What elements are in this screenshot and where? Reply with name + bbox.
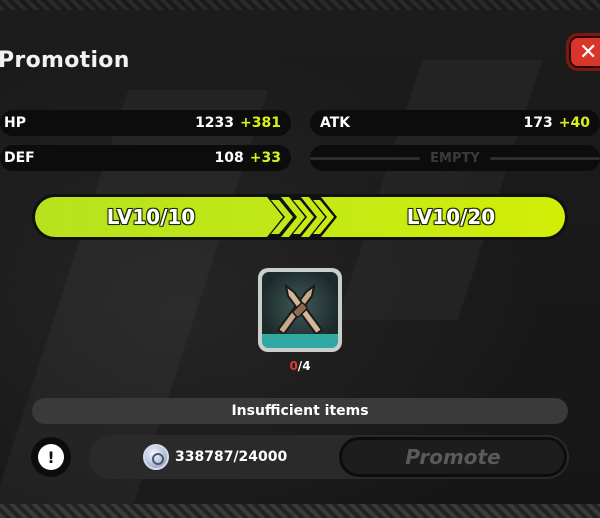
next-level: LV10/20 xyxy=(406,205,496,229)
silver-coin-icon xyxy=(143,444,169,470)
stat-base-value: 173 xyxy=(523,115,553,131)
current-level: LV10/10 xyxy=(106,205,196,229)
stat-label: DEF xyxy=(4,150,35,166)
background-decoration xyxy=(338,60,542,320)
exclamation-icon: ! xyxy=(38,444,64,470)
stat-label: ATK xyxy=(320,115,351,131)
promotion-dialog: Promotion ✕ HP 1233 +381 ATK 173 +40 DEF… xyxy=(0,0,600,518)
empty-label: EMPTY xyxy=(430,150,480,166)
divider xyxy=(310,156,421,160)
top-hazard-stripe xyxy=(0,0,600,10)
stat-def: DEF 108 +33 xyxy=(0,145,291,171)
promotion-cost: 338787/24000 xyxy=(143,435,287,479)
slot-rarity-strip xyxy=(262,334,338,348)
stat-base-value: 1233 xyxy=(195,115,235,131)
material-need: 4 xyxy=(302,359,311,373)
stat-empty-slot: EMPTY xyxy=(310,145,600,171)
chevrons-right-icon xyxy=(267,197,337,237)
level-progress-bar: LV10/10 LV10/20 xyxy=(32,194,568,240)
bottom-hazard-stripe xyxy=(0,504,600,518)
close-button[interactable]: ✕ xyxy=(566,33,600,71)
close-icon: ✕ xyxy=(579,39,598,65)
info-button[interactable]: ! xyxy=(31,437,71,477)
page-title: Promotion xyxy=(0,48,130,73)
stat-atk: ATK 173 +40 xyxy=(310,110,600,136)
divider xyxy=(489,156,600,160)
insufficient-items-banner: Insufficient items xyxy=(32,398,568,424)
cost-value: 338787/24000 xyxy=(175,449,288,465)
promote-button[interactable]: Promote xyxy=(339,437,567,477)
promote-action-bar: 338787/24000 Promote xyxy=(89,435,569,479)
stat-label: HP xyxy=(4,115,26,131)
stat-bonus-value: +33 xyxy=(249,150,281,166)
stat-bonus-value: +40 xyxy=(558,115,590,131)
stat-bonus-value: +381 xyxy=(240,115,281,131)
material-count: 0/4 xyxy=(282,359,318,373)
stat-hp: HP 1233 +381 xyxy=(0,110,291,136)
material-slot[interactable] xyxy=(258,268,342,352)
material-have: 0 xyxy=(289,359,298,373)
stat-base-value: 108 xyxy=(214,150,244,166)
